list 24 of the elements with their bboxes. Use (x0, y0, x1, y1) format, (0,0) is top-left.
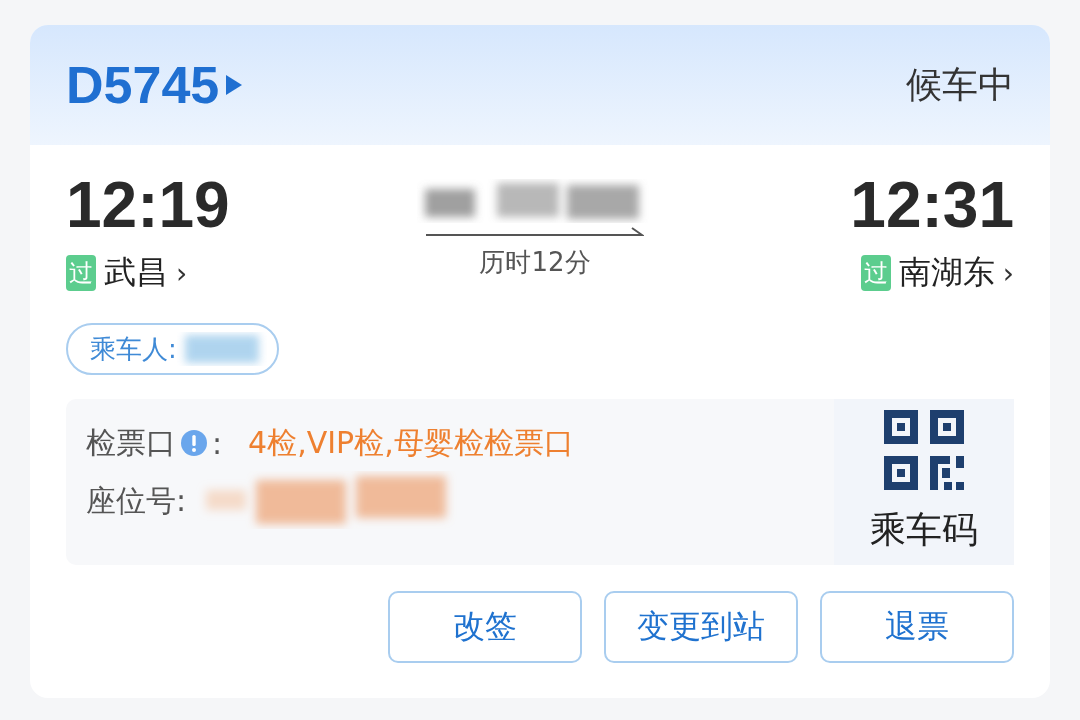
pass-tag: 过 (66, 255, 96, 291)
gate-value: 4检,VIP检,母婴检检票口 (248, 423, 574, 462)
chevron-text[interactable]: › (1002, 256, 1014, 290)
train-number[interactable]: D5745 (66, 55, 220, 115)
departure-station[interactable]: 武昌 (104, 251, 168, 295)
action-button[interactable]: 改签 (388, 591, 582, 663)
duration-label: 历时12分 (479, 246, 591, 279)
play-icon[interactable] (225, 74, 244, 96)
chevron-text[interactable]: › (176, 256, 188, 290)
info-icon[interactable] (180, 429, 208, 457)
arrival-time: 12:31 (850, 168, 1014, 243)
passenger-chip[interactable]: 乘车人: (66, 323, 279, 375)
pass-tag: 过 (860, 255, 891, 291)
passenger-label: 乘车人: (90, 332, 177, 366)
status-label: 候车中 (906, 62, 1014, 107)
action-button[interactable]: 退票 (820, 591, 1014, 663)
qr-code-icon (884, 409, 964, 490)
action-button[interactable]: 变更到站 (604, 591, 798, 663)
colon-text: : (212, 425, 223, 461)
departure-time: 12:19 (66, 168, 230, 243)
boarding-code-button[interactable]: 乘车码 (834, 399, 1014, 565)
seat-label: 座位号: (86, 481, 187, 520)
gate-label: 检票口 (86, 423, 176, 462)
arrival-station[interactable]: 南湖东 (898, 251, 995, 295)
